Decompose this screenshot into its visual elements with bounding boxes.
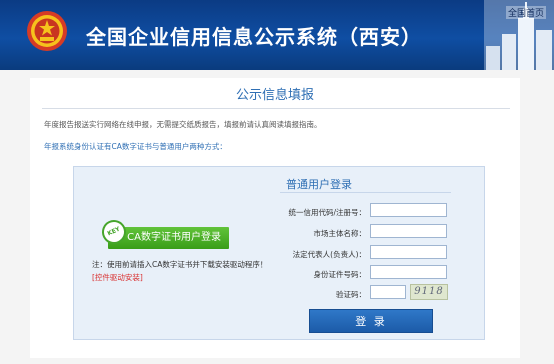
captcha-label: 验证码： (336, 290, 366, 299)
national-emblem-icon (27, 11, 67, 51)
legal-representative-label: 法定代表人(负责人)： (292, 250, 366, 259)
ca-note-text: 注：使用前请插入CA数字证书并下载安装驱动程序！ (92, 260, 268, 269)
header-banner: 全国企业信用信息公示系统（西安） 全国首页 (0, 0, 554, 70)
entity-name-label: 市场主体名称： (313, 229, 367, 238)
legal-representative-input[interactable] (370, 245, 447, 259)
id-number-label: 身份证件号码： (313, 270, 367, 279)
national-home-link[interactable]: 全国首页 (505, 6, 546, 19)
page-title: 公示信息填报 (235, 88, 314, 103)
ca-certificate-login-button[interactable]: KEY CA数字证书用户登录 (98, 216, 229, 249)
credit-code-input[interactable] (370, 203, 447, 217)
login-button[interactable]: 登 录 (309, 309, 433, 333)
site-title: 全国企业信用信息公示系统（西安） (86, 25, 422, 49)
ca-driver-note: 注：使用前请插入CA数字证书并下载安装驱动程序！ [控件驱动安装] (92, 258, 270, 284)
captcha-image[interactable]: 9118 (410, 284, 448, 300)
filing-notice: 年度报告报送实行网络在线申报，无需提交纸质报告，填报前请认真阅读填报指南。 (44, 120, 322, 129)
ca-login-label: CA数字证书用户登录 (127, 232, 221, 243)
captcha-input[interactable] (370, 285, 406, 299)
credit-code-label: 统一信用代码/注册号： (288, 208, 366, 217)
entity-name-input[interactable] (370, 224, 447, 238)
authentication-methods-text: 年报系统身份认证有CA数字证书与普通用户两种方式： (44, 142, 227, 151)
form-title-divider (280, 192, 451, 193)
regular-login-title: 普通用户登录 (286, 178, 352, 191)
heading-divider (42, 108, 510, 109)
id-number-input[interactable] (370, 265, 447, 279)
driver-install-link[interactable]: [控件驱动安装] (92, 273, 143, 282)
